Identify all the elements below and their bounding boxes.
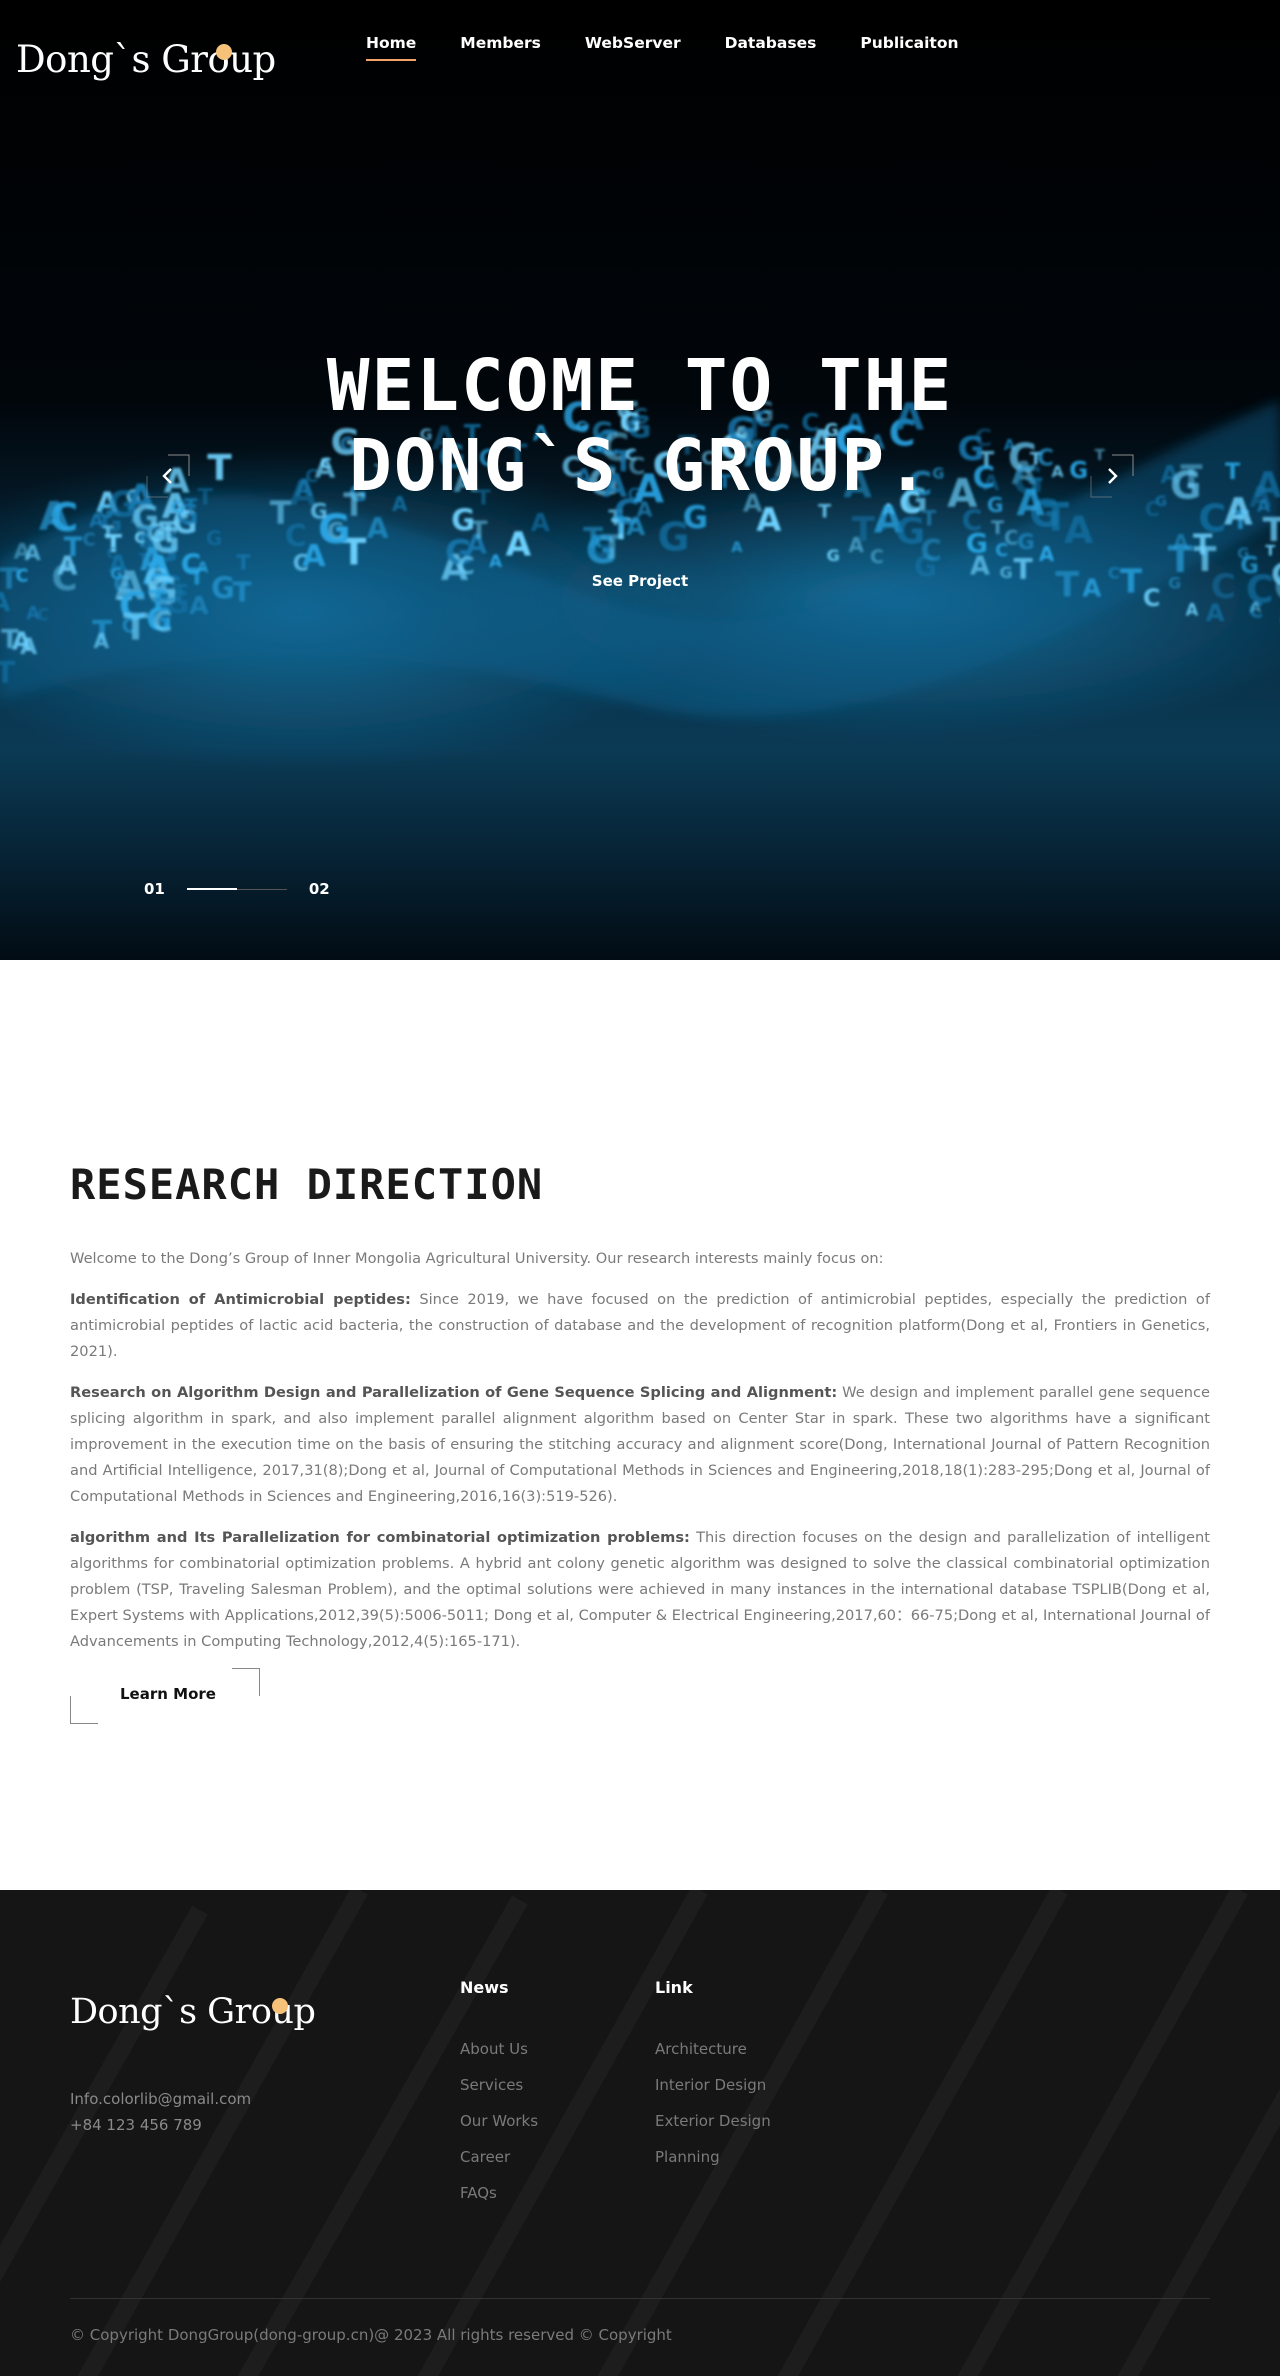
- svg-text:T: T: [613, 513, 629, 539]
- svg-text:A: A: [20, 635, 37, 660]
- slider-prev-button[interactable]: [146, 454, 190, 498]
- hero-section: GTATGACAAGTATCTTTGAACACTTGCGGTCGAAGCGGGA…: [0, 0, 1280, 960]
- research-item-heading: Identification of Antimicrobial peptides…: [70, 1291, 411, 1308]
- learn-more-button[interactable]: Learn More: [70, 1668, 260, 1724]
- nav-item-databases[interactable]: Databases: [725, 34, 817, 52]
- research-body: Welcome to the Dong’s Group of Inner Mon…: [70, 1246, 1210, 1670]
- svg-text:A: A: [489, 551, 502, 571]
- slide-progress-track: [186, 887, 287, 890]
- footer-link-about-us[interactable]: About Us: [460, 2031, 538, 2067]
- svg-text:C: C: [327, 519, 343, 545]
- research-item: Research on Algorithm Design and Paralle…: [70, 1380, 1210, 1510]
- logo-accent-dot: [216, 44, 232, 60]
- footer-link-faqs[interactable]: FAQs: [460, 2175, 538, 2211]
- svg-text:A: A: [89, 511, 104, 532]
- hero-title-line2: DONG`S GROUP.: [349, 424, 931, 507]
- main-nav: Home Members WebServer Databases Publica…: [366, 34, 1003, 61]
- corner-bracket-bottom-left: [70, 1696, 98, 1724]
- slider-next-button[interactable]: [1090, 454, 1134, 498]
- svg-text:A: A: [1173, 530, 1189, 554]
- nav-item-webserver[interactable]: WebServer: [585, 34, 681, 52]
- footer-divider: [70, 2298, 1210, 2299]
- slide-indicator: 01 02: [144, 880, 330, 898]
- svg-text:T: T: [0, 656, 16, 691]
- research-item: algorithm and Its Parallelization for co…: [70, 1525, 1210, 1655]
- research-section: RESEARCH DIRECTION Welcome to the Dong’s…: [0, 960, 1280, 1890]
- footer-link-exterior-design[interactable]: Exterior Design: [655, 2103, 771, 2139]
- footer-link-heading: Link: [655, 1978, 693, 1997]
- svg-text:A: A: [1064, 508, 1094, 552]
- brand-logo-text: Dong`s Group: [16, 38, 276, 81]
- chevron-right-icon: [1090, 454, 1134, 498]
- footer-link-architecture[interactable]: Architecture: [655, 2031, 771, 2067]
- svg-text:G: G: [588, 529, 614, 565]
- corner-bracket-top-right: [232, 1668, 260, 1696]
- svg-text:A: A: [24, 540, 41, 565]
- svg-text:C: C: [285, 519, 307, 554]
- svg-text:A: A: [94, 629, 110, 653]
- see-project-link[interactable]: See Project: [0, 572, 1280, 590]
- svg-text:C: C: [995, 541, 1008, 561]
- footer-link-our-works[interactable]: Our Works: [460, 2103, 538, 2139]
- research-item-heading: algorithm and Its Parallelization for co…: [70, 1529, 690, 1546]
- footer-email[interactable]: Info.colorlib@gmail.com: [70, 2086, 251, 2112]
- svg-text:A: A: [367, 512, 389, 545]
- svg-text:T: T: [991, 517, 1004, 539]
- footer-link-planning[interactable]: Planning: [655, 2139, 771, 2175]
- svg-text:A: A: [189, 591, 209, 620]
- svg-text:A: A: [506, 525, 532, 564]
- site-header: Dong`s Group Home Members WebServer Data…: [0, 0, 1280, 110]
- svg-text:G: G: [827, 546, 840, 565]
- svg-text:T: T: [470, 516, 488, 545]
- svg-text:A: A: [1250, 600, 1261, 616]
- svg-text:A: A: [1039, 542, 1055, 566]
- footer-news-column: News About Us Services Our Works Career …: [460, 1978, 538, 2211]
- hero-title-line1: WELCOME TO THE: [326, 344, 954, 427]
- logo-accent-dot: [272, 1998, 288, 2014]
- svg-text:G: G: [206, 527, 222, 550]
- slide-current-number[interactable]: 01: [144, 880, 165, 898]
- research-item: Identification of Antimicrobial peptides…: [70, 1287, 1210, 1365]
- footer-link-column: Link Architecture Interior Design Exteri…: [655, 1978, 771, 2175]
- svg-text:T: T: [123, 605, 148, 648]
- svg-text:A: A: [0, 588, 10, 618]
- footer-contact: Info.colorlib@gmail.com +84 123 456 789: [70, 2086, 251, 2138]
- svg-text:C: C: [870, 547, 884, 568]
- research-title: RESEARCH DIRECTION: [70, 1160, 544, 1209]
- copyright-text: © Copyright DongGroup(dong-group.cn)@ 20…: [70, 2326, 672, 2344]
- svg-text:C: C: [153, 607, 173, 638]
- nav-item-home[interactable]: Home: [366, 34, 417, 61]
- hero-title: WELCOME TO THE DONG`S GROUP.: [0, 346, 1280, 506]
- site-footer: Dong`s Group Info.colorlib@gmail.com +84…: [0, 1890, 1280, 2376]
- svg-text:C: C: [921, 533, 942, 567]
- svg-text:C: C: [83, 529, 96, 550]
- svg-text:A: A: [531, 508, 550, 537]
- footer-link-interior-design[interactable]: Interior Design: [655, 2067, 771, 2103]
- brand-logo[interactable]: Dong`s Group: [16, 38, 276, 81]
- svg-text:T: T: [852, 510, 876, 550]
- slide-progress-fill: [186, 887, 237, 890]
- research-item-text: This direction focuses on the design and…: [70, 1529, 1210, 1650]
- research-item-text: We design and implement parallel gene se…: [70, 1384, 1211, 1505]
- chevron-left-icon: [146, 454, 190, 498]
- nav-item-members[interactable]: Members: [460, 34, 541, 52]
- nav-item-publication[interactable]: Publicaiton: [860, 34, 958, 52]
- research-intro: Welcome to the Dong’s Group of Inner Mon…: [70, 1250, 884, 1267]
- footer-brand-logo[interactable]: Dong`s Group: [70, 1992, 316, 2032]
- footer-news-heading: News: [460, 1978, 509, 1997]
- footer-link-career[interactable]: Career: [460, 2139, 538, 2175]
- footer-link-services[interactable]: Services: [460, 2067, 538, 2103]
- learn-more-label: Learn More: [120, 1685, 216, 1703]
- research-item-heading: Research on Algorithm Design and Paralle…: [70, 1384, 838, 1401]
- footer-phone: +84 123 456 789: [70, 2116, 202, 2134]
- svg-text:C: C: [37, 606, 49, 626]
- svg-text:A: A: [731, 540, 743, 556]
- slide-total-number[interactable]: 02: [309, 880, 330, 898]
- svg-text:A: A: [1186, 600, 1199, 619]
